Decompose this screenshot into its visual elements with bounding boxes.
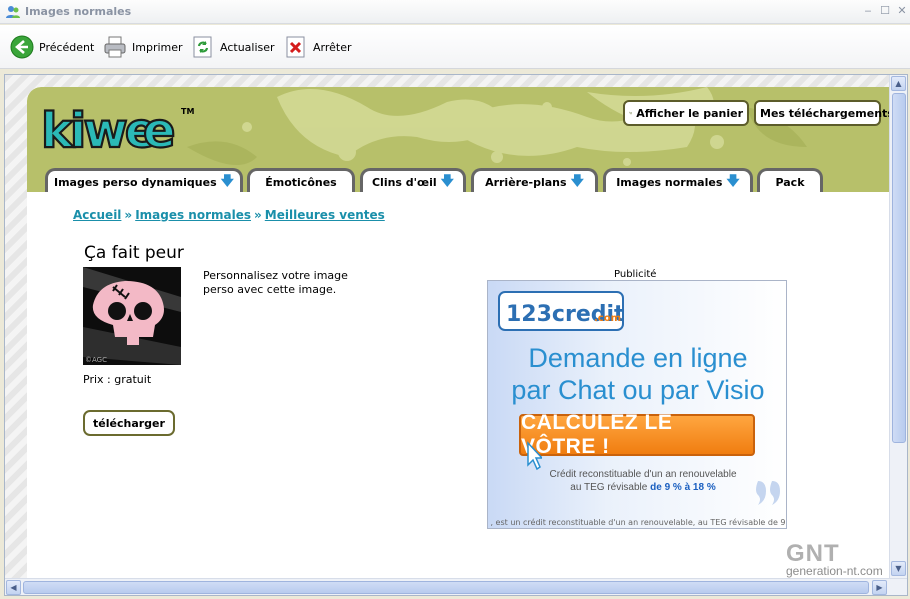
- kiwee-logo: kiwe e: [40, 103, 177, 155]
- tab-images-normales[interactable]: Images normales 🡇: [603, 168, 753, 192]
- down-arrow-icon: 🡇: [726, 173, 740, 189]
- print-button[interactable]: Imprimer: [103, 35, 183, 59]
- 123credit-logo: 123credit .com: [498, 291, 625, 331]
- product-price: Prix : gratuit: [83, 373, 152, 386]
- refresh-button[interactable]: Actualiser: [191, 35, 275, 59]
- tab-pack[interactable]: Pack: [757, 168, 823, 192]
- refresh-label: Actualiser: [220, 40, 275, 54]
- tab-images-perso-dynamiques[interactable]: Images perso dynamiques 🡇: [45, 168, 243, 192]
- tab-label: Pack: [775, 176, 805, 189]
- cursor-icon: [527, 441, 542, 471]
- thumbnail-caption: ©AGC: [85, 356, 107, 364]
- stop-label: Arrêter: [313, 40, 352, 54]
- breadcrumb: Accueil» Images normales» Meilleures vente…: [73, 208, 385, 222]
- down-arrow-icon: 🡇: [440, 173, 455, 189]
- down-arrow-icon: 🡇: [570, 173, 584, 189]
- product-thumbnail[interactable]: ©AGC: [83, 267, 181, 365]
- quote-icon: [756, 481, 780, 505]
- breadcrumb-separator: »: [124, 208, 133, 222]
- close-button[interactable]: ✕: [896, 5, 908, 17]
- tab-clins-doeil[interactable]: Clins d'œil 🡇: [360, 168, 466, 192]
- tab-emoticones[interactable]: Émoticônes: [247, 168, 355, 192]
- tab-label: Images perso dynamiques: [53, 176, 217, 189]
- advertisement-banner[interactable]: 123credit .com Demande en ligne par Chat…: [487, 280, 787, 529]
- maximize-button[interactable]: ☐: [879, 5, 891, 17]
- browser-toolbar: Précédent Imprimer Actualiser Arrêter: [0, 25, 910, 69]
- tab-label: Images normales: [616, 176, 723, 189]
- tab-label: Arrière-plans: [485, 176, 567, 189]
- ad-label: Publicité: [614, 269, 657, 280]
- my-downloads-button[interactable]: Mes téléchargements: [754, 100, 889, 126]
- back-button[interactable]: Précédent: [10, 35, 94, 59]
- back-arrow-icon: [10, 35, 34, 59]
- breadcrumb-separator: »: [254, 208, 262, 222]
- print-label: Imprimer: [132, 40, 183, 54]
- view-cart-label: Afficher le panier: [636, 106, 743, 120]
- scroll-down-arrow[interactable]: ▼: [891, 561, 906, 576]
- ad-headline-line2: par Chat ou par Visio: [511, 375, 765, 405]
- svg-text:.com: .com: [594, 313, 621, 324]
- product-description: Personnalisez votre image perso avec cet…: [203, 269, 348, 296]
- window-titlebar: Images normales ‒ ☐ ✕: [0, 0, 910, 24]
- tab-label: Émoticônes: [265, 176, 337, 189]
- browser-viewport: kiwe e TM Afficher le panier Mes télécha…: [4, 74, 908, 596]
- breadcrumb-current-link[interactable]: Meilleures ventes: [265, 208, 385, 222]
- scroll-right-arrow[interactable]: ▶: [872, 580, 887, 595]
- ad-note-line2: au TEG révisable de 9 % à 18 %: [570, 482, 716, 493]
- printer-icon: [104, 36, 126, 58]
- scroll-left-arrow[interactable]: ◀: [6, 580, 21, 595]
- svg-text:kiwe: kiwe: [41, 103, 156, 155]
- refresh-icon: [193, 36, 212, 58]
- back-label: Précédent: [39, 40, 95, 54]
- ad-fine-print: , est un crédit reconstituable d'un an r…: [490, 518, 786, 527]
- trademark: TM: [181, 107, 195, 116]
- horizontal-scroll-thumb[interactable]: [23, 581, 869, 594]
- ad-cta-button[interactable]: CALCULEZ LE VÔTRE !: [519, 411, 755, 458]
- vertical-scroll-thumb[interactable]: [892, 93, 906, 443]
- down-arrow-icon: 🡇: [220, 173, 234, 189]
- breadcrumb-section-link[interactable]: Images normales: [135, 208, 251, 222]
- svg-text:e: e: [143, 103, 176, 155]
- site-header: kiwe e TM Afficher le panier Mes télécha…: [27, 87, 889, 192]
- view-cart-button[interactable]: Afficher le panier: [623, 100, 749, 126]
- minimize-button[interactable]: ‒: [862, 5, 874, 17]
- ad-note-line1: Crédit reconstituable d'un an renouvelab…: [549, 469, 737, 480]
- window-title: Images normales: [25, 5, 132, 18]
- site-container: kiwe e TM Afficher le panier Mes télécha…: [27, 87, 889, 578]
- stop-button[interactable]: Arrêter: [284, 35, 352, 59]
- breadcrumb-home-link[interactable]: Accueil: [73, 208, 121, 222]
- gnt-watermark: GNT generation-nt.com: [786, 540, 883, 578]
- category-tabs: Images perso dynamiques 🡇 Émoticônes Clin…: [27, 168, 889, 192]
- download-button[interactable]: télécharger: [83, 410, 175, 436]
- tab-arriere-plans[interactable]: Arrière-plans 🡇: [471, 168, 598, 192]
- product-title: Ça fait peur: [84, 243, 184, 263]
- tab-label: Clins d'œil: [371, 176, 437, 189]
- users-icon: [6, 6, 20, 18]
- watermark-url: generation-nt.com: [786, 564, 883, 578]
- ad-headline-line1: Demande en ligne: [528, 343, 748, 373]
- scroll-up-arrow[interactable]: ▲: [891, 76, 906, 91]
- my-downloads-label: Mes téléchargements: [760, 106, 889, 120]
- stop-icon: [286, 36, 305, 58]
- vertical-scrollbar[interactable]: ▲ ▼: [889, 75, 907, 578]
- horizontal-scrollbar[interactable]: ◀ ▶: [5, 578, 907, 595]
- cart-icon: [629, 111, 633, 115]
